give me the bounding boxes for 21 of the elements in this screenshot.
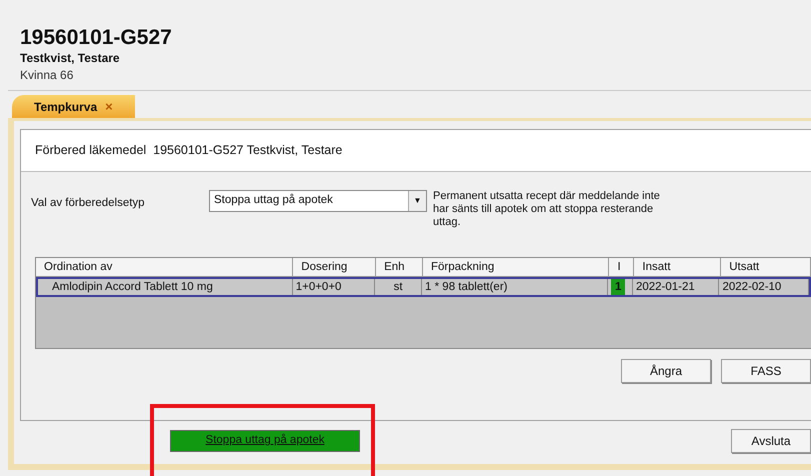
dialog-button[interactable]: FASS	[721, 359, 811, 383]
tab-label: Tempkurva	[34, 98, 98, 116]
table-cell: 2022-02-10	[722, 281, 782, 293]
table-cell: 1	[611, 279, 626, 295]
stop-withdrawal-button[interactable]: Stoppa uttag på apotek	[170, 430, 360, 452]
patient-info: Kvinna 66	[20, 67, 74, 84]
field-label: Val av förberedelsetyp	[31, 196, 146, 211]
dialog-button[interactable]: Ångra	[621, 359, 711, 383]
table-cell: Amlodipin Accord Tablett 10 mg	[52, 281, 213, 293]
dialog-title: Förbered läkemedel 19560101-G527 Testkvist, Testare	[35, 142, 342, 160]
close-button[interactable]: Avsluta	[731, 429, 811, 453]
table-row[interactable]: Amlodipin Accord Tablett 10 mg 1+0+0+0 st 1 * 98 tablett(er) 1 2022-01-21 2022-02-10	[36, 277, 811, 297]
tab[interactable]: Tempkurva ×	[12, 95, 135, 118]
patient-name: Testkvist, Testare	[20, 50, 121, 66]
table-cell: 1 * 98 tablett(er)	[425, 281, 508, 293]
patient-id: 19560101-G527	[20, 26, 173, 50]
type-dropdown[interactable]: Stoppa uttag på apotek ▼	[209, 190, 427, 212]
description-text: Permanent utsatta recept där meddelande inte har sänts till apotek om att stoppa resterande uttag.	[433, 190, 661, 229]
table-cell: 1+0+0+0	[296, 281, 342, 293]
table-cell: st	[394, 281, 403, 293]
table-cell: 2022-01-21	[636, 281, 695, 293]
